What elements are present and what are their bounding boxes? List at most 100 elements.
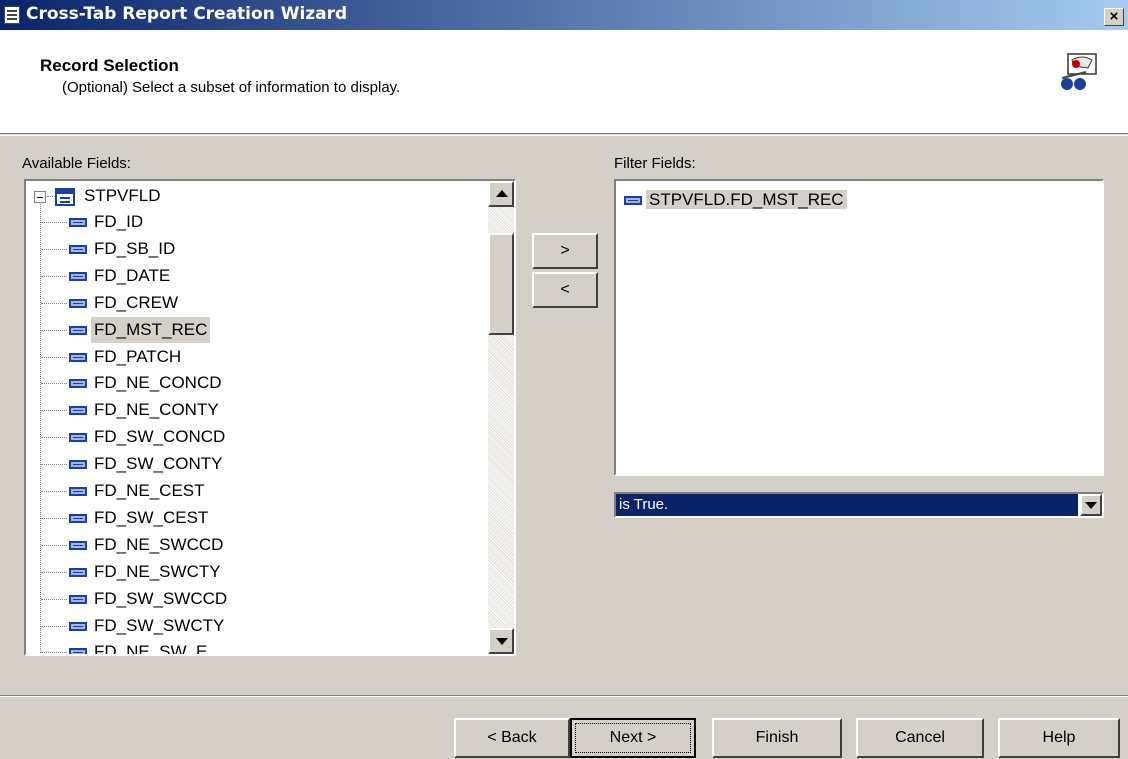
footer-separator (0, 695, 1128, 697)
close-button[interactable]: × (1104, 8, 1124, 26)
field-name: FD_CREW (94, 292, 179, 312)
wizard-header: Record Selection (Optional) Select a sub… (0, 30, 1128, 134)
field-name: FD_SW_CONTY (94, 454, 223, 474)
field-icon (69, 352, 87, 362)
field-icon (69, 648, 87, 654)
field-icon (69, 406, 87, 416)
tree-field-item[interactable]: FD_SW_CONCD (41, 424, 228, 450)
window-title: Cross-Tab Report Creation Wizard (26, 4, 348, 24)
tree-connector (41, 464, 67, 466)
field-name: FD_DATE (94, 265, 171, 285)
tree-field-item[interactable]: FD_NE_CONTY (41, 397, 222, 423)
available-fields-label: Available Fields: (22, 155, 131, 172)
add-filter-button[interactable]: > (532, 233, 598, 269)
field-name: FD_MST_REC (91, 316, 211, 343)
field-icon (69, 298, 87, 308)
finish-button[interactable]: Finish (712, 718, 842, 758)
field-icon (69, 379, 87, 389)
page-title: Record Selection (40, 56, 179, 75)
tree-connector (41, 625, 67, 627)
field-icon (69, 218, 87, 228)
header-separator (0, 135, 1128, 136)
field-icon (69, 487, 87, 497)
filter-condition-select[interactable]: is True. (614, 492, 1104, 518)
tree-field-item[interactable]: FD_SW_CONTY (41, 451, 225, 477)
remove-filter-button[interactable]: < (532, 272, 598, 308)
arrow-down-icon (496, 638, 508, 645)
tree-field-item[interactable]: FD_PATCH (41, 344, 184, 370)
field-icon (69, 567, 87, 577)
field-icon (69, 271, 87, 281)
tree-connector (41, 652, 67, 654)
back-button[interactable]: < Back (454, 718, 570, 758)
tree-field-item[interactable]: FD_NE_SWCTY (41, 559, 224, 585)
vertical-scrollbar[interactable] (488, 181, 514, 654)
field-icon (624, 196, 642, 206)
title-bar: Cross-Tab Report Creation Wizard × (0, 0, 1128, 30)
tree-field-item[interactable]: FD_NE_CEST (41, 478, 208, 504)
arrow-up-icon (496, 190, 508, 197)
tree-connector (41, 248, 67, 250)
cancel-button[interactable]: Cancel (856, 718, 984, 758)
field-name: FD_SW_CONCD (94, 427, 226, 447)
scroll-down-button[interactable] (488, 628, 514, 654)
tree-field-item[interactable]: FD_NE_SWCCD (41, 532, 226, 558)
field-name: FD_NE_CONTY (94, 400, 219, 420)
available-fields-tree[interactable]: STPVFLD FD_ID FD_SB_ID FD_DATE FD_CREW FD_MS… (24, 179, 516, 656)
field-icon (69, 621, 87, 631)
filter-field-name: STPVFLD.FD_MST_REC (646, 190, 847, 209)
field-name: FD_NE_CONCD (94, 373, 222, 393)
page-subtitle: (Optional) Select a subset of informatio… (62, 79, 401, 96)
field-name: FD_PATCH (94, 346, 182, 366)
filter-field-item[interactable]: STPVFLD.FD_MST_REC (624, 187, 847, 213)
dropdown-button[interactable] (1080, 494, 1102, 516)
record-selection-icon (1061, 53, 1097, 90)
tree-field-item[interactable]: FD_CREW (41, 290, 181, 316)
tree-field-item[interactable]: FD_NE_CONCD (41, 370, 225, 396)
tree-field-item[interactable]: FD_DATE (41, 263, 173, 289)
field-name: FD_SW_SWCCD (94, 588, 228, 608)
tree-field-item[interactable]: FD_ID (41, 209, 146, 235)
tree-connector (41, 437, 67, 439)
tree-connector (41, 544, 67, 546)
tree-connector (41, 491, 67, 493)
scroll-up-button[interactable] (488, 181, 514, 207)
scroll-thumb[interactable] (488, 233, 514, 335)
next-button[interactable]: Next > (570, 718, 696, 758)
field-icon (69, 594, 87, 604)
field-icon (69, 540, 87, 550)
field-name: FD_SB_ID (94, 238, 176, 258)
field-name: FD_NE_SWCTY (94, 561, 221, 581)
field-icon (69, 513, 87, 523)
tree-field-item[interactable]: FD_SW_SWCTY (41, 613, 227, 639)
field-name: FD_NE_SW_E (94, 642, 208, 656)
filter-fields-label: Filter Fields: (614, 155, 696, 172)
field-name: FD_SW_CEST (94, 507, 209, 527)
field-name: FD_ID (94, 212, 144, 231)
tree-connector (41, 410, 67, 412)
tree-table-node[interactable]: STPVFLD (34, 183, 164, 209)
field-icon (69, 244, 87, 254)
tree-connector (41, 329, 67, 331)
field-icon (69, 433, 87, 443)
tree-connector (41, 517, 67, 519)
tree-connector (41, 383, 67, 385)
field-icon (69, 460, 87, 470)
tree-connector (41, 356, 67, 358)
filter-fields-list[interactable]: STPVFLD.FD_MST_REC (614, 179, 1104, 476)
tree-field-item[interactable]: FD_NE_SW_E (41, 639, 210, 656)
report-icon (4, 6, 20, 24)
tree-field-item[interactable]: FD_SW_CEST (41, 505, 211, 531)
filter-condition-value: is True. (616, 494, 1078, 516)
tree-connector (41, 302, 67, 304)
chevron-down-icon (1085, 502, 1097, 509)
tree-field-item[interactable]: FD_SW_SWCCD (41, 586, 230, 612)
help-button[interactable]: Help (998, 718, 1120, 758)
tree-connector (41, 571, 67, 573)
field-name: FD_NE_SWCCD (94, 534, 224, 554)
tree-field-item[interactable]: FD_SB_ID (41, 236, 178, 262)
table-name: STPVFLD (84, 186, 161, 205)
tree-field-item[interactable]: FD_MST_REC (41, 316, 211, 343)
field-name: FD_NE_CEST (94, 481, 205, 500)
collapse-icon[interactable] (34, 190, 46, 203)
